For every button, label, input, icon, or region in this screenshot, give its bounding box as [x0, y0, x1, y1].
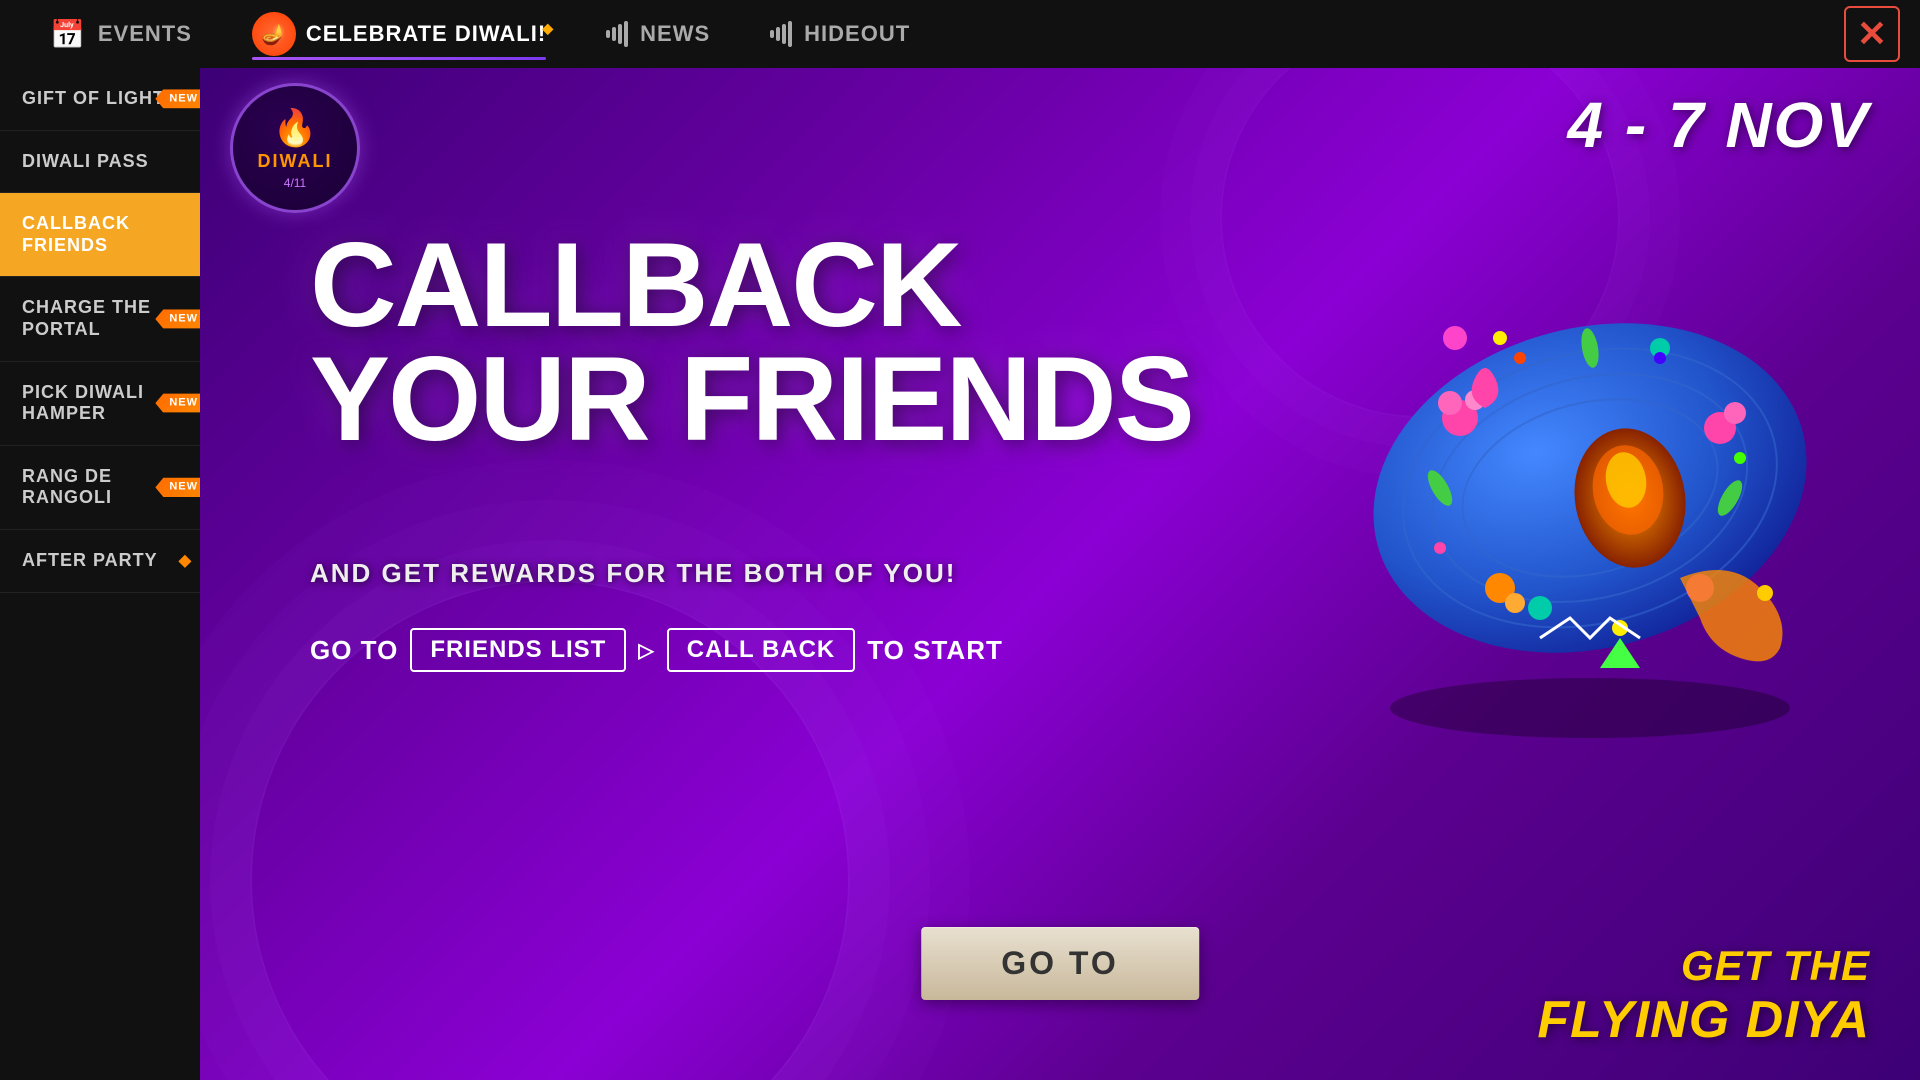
instr-go-to: GO TO — [310, 635, 398, 666]
nav-signal-news[interactable]: NEWS — [576, 21, 740, 47]
badge-new-charge: NEW — [155, 309, 206, 328]
main-layout: GIFT OF LIGHT NEW DIWALI PASS CALLBACK F… — [0, 68, 1920, 1080]
nav-celebrate[interactable]: 🪔 CELEBRATE DIWALI! ◆ — [222, 12, 576, 56]
nav-events-label: EVENTS — [98, 21, 192, 47]
nav-news-label: NEWS — [640, 21, 710, 47]
nav-celebrate-label: CELEBRATE DIWALI! — [306, 21, 546, 47]
main-subtitle: AND GET REWARDS FOR THE BOTH OF YOU! — [310, 558, 956, 589]
flying-diya-label: FLYING DIYA — [1537, 990, 1870, 1050]
goto-button[interactable]: GO TO — [921, 927, 1199, 1000]
instructions-row: GO TO FRIENDS LIST ▷ CALL BACK TO START — [310, 628, 1003, 672]
signal-wave-icon2 — [770, 21, 792, 47]
sidebar: GIFT OF LIGHT NEW DIWALI PASS CALLBACK F… — [0, 68, 200, 1080]
sidebar-item-gift-of-light[interactable]: GIFT OF LIGHT NEW — [0, 68, 200, 131]
nav-hideout-label: HIDEOUT — [804, 21, 910, 47]
sidebar-label-after-party: AFTER PARTY — [22, 550, 158, 572]
sidebar-item-diwali-pass[interactable]: DIWALI PASS — [0, 131, 200, 194]
badge-new-gift: NEW — [155, 89, 206, 108]
diwali-badge-sub: 4/11 — [284, 176, 306, 190]
sidebar-label-diwali-pass: DIWALI PASS — [22, 151, 149, 173]
diamond-icon: ◆ — [542, 20, 554, 37]
sidebar-item-callback-friends[interactable]: CALLBACK FRIENDS — [0, 193, 200, 277]
diwali-logo-icon: 🪔 — [252, 12, 296, 56]
main-title: CALLBACK YOUR FRIENDS — [310, 228, 1193, 456]
instr-to-start: TO START — [867, 635, 1003, 666]
sidebar-item-after-party[interactable]: AFTER PARTY ◆ — [0, 530, 200, 593]
sidebar-item-charge-portal[interactable]: CHARGE THE PORTAL NEW — [0, 277, 200, 361]
free-fire-logo-icon: 🔥 — [273, 107, 318, 149]
nav-hideout[interactable]: HIDEOUT — [740, 21, 940, 47]
sidebar-label-callback-friends: CALLBACK FRIENDS — [22, 213, 178, 256]
sidebar-label-pick-diwali: PICK DIWALI HAMPER — [22, 382, 178, 425]
badge-new-rang: NEW — [155, 478, 206, 497]
diwali-badge-text: Diwali — [258, 151, 333, 172]
sidebar-item-pick-diwali[interactable]: PICK DIWALI HAMPER NEW — [0, 362, 200, 446]
get-the-label: GET THE — [1537, 942, 1870, 990]
diamond-after-party-icon: ◆ — [179, 551, 192, 570]
top-nav: 📅 EVENTS 🪔 CELEBRATE DIWALI! ◆ NEWS HIDE… — [0, 0, 1920, 68]
content-area: 🔥 Diwali 4/11 4 - 7 NOV CALLBACK YOUR FR… — [200, 68, 1920, 1080]
friends-list-button[interactable]: FRIENDS LIST — [410, 628, 626, 672]
title-line2: YOUR FRIENDS — [310, 342, 1193, 456]
signal-wave-icon — [606, 21, 628, 47]
badge-new-pick: NEW — [155, 394, 206, 413]
sidebar-label-rang-de: RANG DE RANGOLI — [22, 466, 178, 509]
get-the-flying-diya-text: GET THE FLYING DIYA — [1537, 942, 1870, 1050]
diwali-badge: 🔥 Diwali 4/11 — [230, 83, 360, 213]
diwali-badge-circle: 🔥 Diwali 4/11 — [230, 83, 360, 213]
sidebar-label-gift-of-light: GIFT OF LIGHT — [22, 88, 165, 110]
arrow-icon: ▷ — [638, 638, 654, 663]
nav-events[interactable]: 📅 EVENTS — [20, 18, 222, 51]
call-back-button[interactable]: CALL BACK — [667, 628, 856, 672]
flying-diya-item — [1280, 148, 1900, 768]
calendar-icon: 📅 — [50, 18, 86, 51]
close-button[interactable]: ✕ — [1844, 6, 1900, 62]
title-line1: CALLBACK — [310, 228, 1193, 342]
sidebar-label-charge-portal: CHARGE THE PORTAL — [22, 297, 178, 340]
sidebar-item-rang-de[interactable]: RANG DE RANGOLI NEW — [0, 446, 200, 530]
